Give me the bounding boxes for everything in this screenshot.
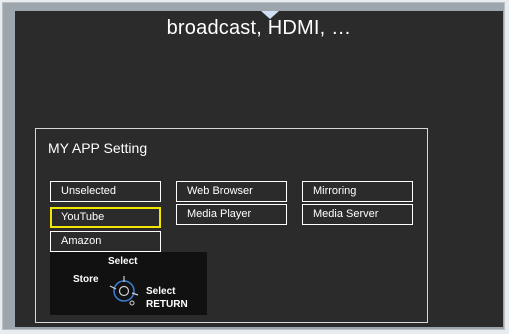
dpad-icon [109, 276, 139, 306]
app-option-media-player[interactable]: Media Player [176, 204, 287, 225]
guide-left-label: Store [73, 274, 99, 285]
remote-control-guide: Select Store Select RETURN [50, 252, 207, 315]
input-source-headline: broadcast, HDMI, … [166, 17, 352, 39]
panel-title: MY APP Setting [48, 140, 148, 156]
app-option-amazon[interactable]: Amazon [50, 231, 161, 252]
guide-enter-label: Select [146, 286, 176, 297]
tv-screen: broadcast, HDMI, … MY APP Setting Unsele… [15, 11, 503, 327]
guide-up-label: Select [108, 256, 138, 267]
app-option-unselected[interactable]: Unselected [50, 181, 161, 202]
tv-frame: broadcast, HDMI, … MY APP Setting Unsele… [2, 2, 505, 330]
app-option-web-browser[interactable]: Web Browser [176, 181, 287, 202]
app-option-youtube[interactable]: YouTube [50, 207, 161, 228]
my-app-setting-panel: MY APP Setting Unselected YouTube Amazon… [35, 128, 428, 323]
guide-return-label: RETURN [146, 299, 188, 310]
app-option-mirroring[interactable]: Mirroring [302, 181, 413, 202]
app-option-media-server[interactable]: Media Server [302, 204, 413, 225]
